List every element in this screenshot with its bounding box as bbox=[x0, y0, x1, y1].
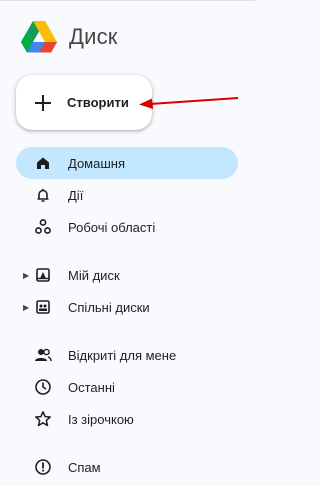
clock-icon bbox=[34, 378, 52, 396]
sidebar-item-workspaces[interactable]: Робочі області bbox=[16, 211, 238, 243]
sidebar-item-shared-with-me[interactable]: Відкриті для мене bbox=[16, 339, 238, 371]
home-icon bbox=[34, 154, 52, 172]
workspaces-icon bbox=[34, 218, 52, 236]
my-drive-icon bbox=[34, 266, 52, 284]
app-title: Диск bbox=[69, 24, 118, 49]
sidebar-item-activity[interactable]: Дії bbox=[16, 179, 238, 211]
expand-caret-icon[interactable]: ▶ bbox=[23, 271, 29, 280]
sidebar-item-label: Спільні диски bbox=[68, 299, 150, 315]
top-border bbox=[0, 0, 255, 1]
sidebar-item-starred[interactable]: Із зірочкою bbox=[16, 403, 238, 435]
plus-icon bbox=[32, 92, 54, 114]
sidebar-item-label: Домашня bbox=[68, 155, 125, 171]
sidebar-item-shared-drives[interactable]: ▶ Спільні диски bbox=[16, 291, 238, 323]
drive-logo-link[interactable]: Диск bbox=[21, 20, 118, 54]
sidebar-item-label: Із зірочкою bbox=[68, 411, 134, 427]
sidebar-item-label: Спам bbox=[68, 459, 101, 475]
annotation-arrow bbox=[139, 97, 239, 109]
sidebar-item-label: Мій диск bbox=[68, 267, 120, 283]
sidebar-item-label: Дії bbox=[68, 187, 84, 203]
star-icon bbox=[34, 410, 52, 428]
google-drive-logo-icon bbox=[21, 21, 57, 53]
expand-caret-icon[interactable]: ▶ bbox=[23, 303, 29, 312]
sidebar-item-recent[interactable]: Останні bbox=[16, 371, 238, 403]
new-button[interactable]: Створити bbox=[16, 75, 152, 130]
new-button-label: Створити bbox=[67, 95, 129, 110]
shared-drives-icon bbox=[34, 298, 52, 316]
sidebar-item-my-drive[interactable]: ▶ Мій диск bbox=[16, 259, 238, 291]
sidebar-item-label: Робочі області bbox=[68, 219, 156, 235]
spam-icon bbox=[34, 458, 52, 476]
sidebar-item-home[interactable]: Домашня bbox=[16, 147, 238, 179]
people-icon bbox=[34, 346, 52, 364]
sidebar-item-label: Останні bbox=[68, 379, 115, 395]
bell-icon bbox=[34, 186, 52, 204]
sidebar-item-spam[interactable]: Спам bbox=[16, 451, 238, 483]
sidebar-item-label: Відкриті для мене bbox=[68, 347, 177, 363]
